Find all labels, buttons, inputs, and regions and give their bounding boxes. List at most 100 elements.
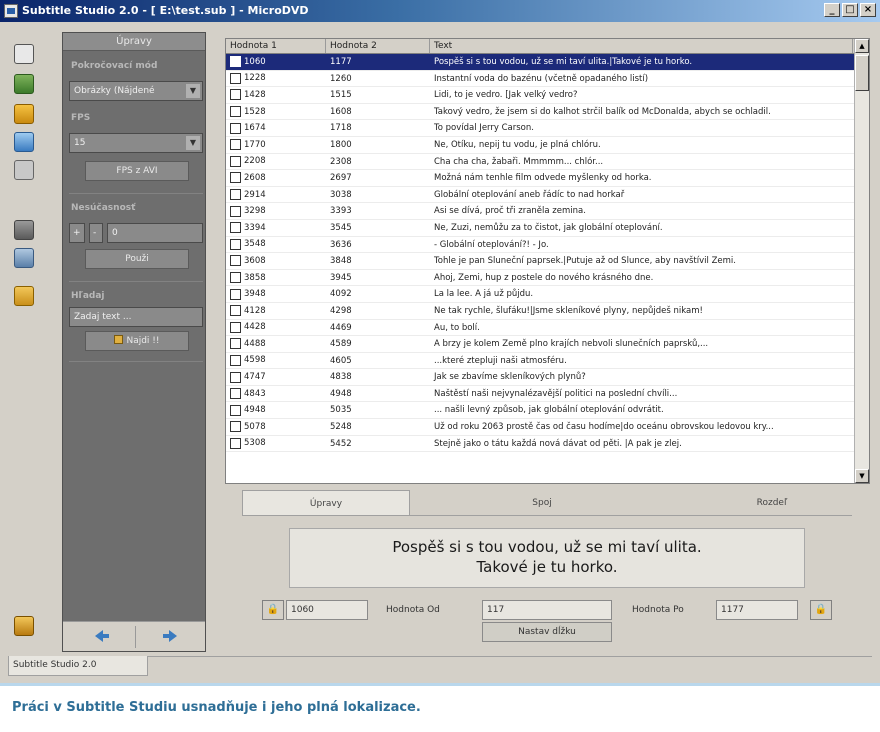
row-checkbox[interactable] — [230, 305, 241, 317]
scroll-up-icon[interactable]: ▲ — [855, 39, 869, 53]
chevron-down-icon[interactable]: ▼ — [186, 84, 200, 98]
table-row[interactable]: 2608 2697 Možná nám tenhle film odvede myš… — [226, 170, 869, 187]
row-checkbox[interactable] — [230, 354, 241, 366]
row-checkbox[interactable] — [230, 238, 241, 250]
table-row[interactable]: 1228 1260 Instantní voda do bazénu (včetně… — [226, 71, 869, 88]
row-cell-text[interactable]: Ne tak rychle, šlufáku!|Jsme skleníkové … — [430, 303, 853, 319]
table-row[interactable]: 3548 3636- Globální oteplování?! - Jo. — [226, 237, 869, 254]
row-cell-value2[interactable]: 5035 — [326, 402, 430, 418]
row-cell-value1[interactable]: 4843 — [226, 386, 326, 402]
table-row[interactable]: 4488 4589 A brzy je kolem Země plno krajíc… — [226, 336, 869, 353]
tab-join[interactable]: Spoj — [462, 490, 622, 516]
chevron-down-icon[interactable]: ▼ — [186, 136, 200, 150]
close-button[interactable]: × — [860, 3, 876, 17]
row-cell-text[interactable]: A brzy je kolem Země plno krajích nebvol… — [430, 336, 853, 352]
row-cell-value1[interactable]: 4598 — [226, 353, 326, 369]
search-input[interactable]: Zadaj text ... — [69, 307, 203, 327]
row-checkbox[interactable] — [230, 404, 241, 416]
table-row[interactable]: 3608 3848 Tohle je pan Sluneční paprsek.|P… — [226, 253, 869, 270]
row-checkbox[interactable] — [230, 122, 241, 134]
row-checkbox[interactable] — [230, 106, 241, 118]
minimize-button[interactable]: _ — [824, 3, 840, 17]
row-cell-value1[interactable]: 2208 — [226, 154, 326, 170]
row-cell-text[interactable]: Pospěš si s tou vodou, už se mi taví uli… — [430, 54, 853, 70]
row-cell-value1[interactable]: 1674 — [226, 120, 326, 136]
row-cell-value1[interactable]: 3298 — [226, 203, 326, 219]
table-row[interactable]: 5308 5452 Stejně jako o tátu každá nová dá… — [226, 436, 869, 453]
row-checkbox[interactable] — [230, 72, 241, 84]
lock-icon[interactable]: 🔒 — [262, 600, 284, 620]
table-row[interactable]: 4843 4948 Naštěstí naši nejvynalézavější p… — [226, 386, 869, 403]
table-row[interactable]: 3394 3545 Ne, Zuzi, nemůžu za to čistot, j… — [226, 220, 869, 237]
column-header-value1[interactable]: Hodnota 1 — [226, 39, 326, 53]
open-file-icon[interactable] — [14, 74, 34, 94]
settings-icon[interactable] — [14, 160, 34, 180]
row-cell-value2[interactable]: 4469 — [326, 320, 430, 336]
row-cell-value1[interactable]: 4428 — [226, 320, 326, 336]
row-cell-text[interactable]: To povídal Jerry Carson. — [430, 120, 853, 136]
row-cell-value1[interactable]: 3548 — [226, 237, 326, 253]
row-cell-text[interactable]: ... našli levný způsob, jak globální ote… — [430, 402, 853, 418]
row-cell-value1[interactable]: 1428 — [226, 87, 326, 103]
row-checkbox[interactable] — [230, 89, 241, 101]
row-cell-text[interactable]: Ahoj, Zemi, hup z postele do nového krás… — [430, 270, 853, 286]
row-cell-value1[interactable]: 5308 — [226, 436, 326, 452]
row-cell-text[interactable]: Tohle je pan Sluneční paprsek.|Putuje až… — [430, 253, 853, 269]
row-cell-text[interactable]: Už od roku 2063 prostě čas od času hodím… — [430, 419, 853, 435]
fps-from-avi-button[interactable]: FPS z AVI — [85, 161, 189, 181]
row-checkbox[interactable] — [230, 371, 241, 383]
row-cell-value1[interactable]: 2608 — [226, 170, 326, 186]
row-checkbox[interactable] — [230, 56, 241, 68]
maximize-button[interactable]: □ — [842, 3, 858, 17]
vertical-scrollbar[interactable]: ▲ ▼ — [854, 39, 869, 483]
row-cell-value2[interactable]: 4838 — [326, 369, 430, 385]
row-checkbox[interactable] — [230, 139, 241, 151]
row-cell-text[interactable]: Globální oteplování aneb řádíc to nad ho… — [430, 187, 853, 203]
fps-select[interactable]: 15 ▼ — [69, 133, 203, 153]
row-cell-text[interactable]: Asi se dívá, proč tři zraněla zemina. — [430, 203, 853, 219]
row-cell-text[interactable]: Cha cha cha, žabaři. Mmmmm... chlór... — [430, 154, 853, 170]
row-cell-value2[interactable]: 4948 — [326, 386, 430, 402]
mode-select[interactable]: Obrázky (Nájdené ▼ — [69, 81, 203, 101]
table-row[interactable]: 4428 4469 Au, to bolí. — [226, 320, 869, 337]
table-row[interactable]: 3858 3945 Ahoj, Zemi, hup z postele do nov… — [226, 270, 869, 287]
table-row[interactable]: 1428 1515 Lidi, to je vedro. [Jak velký ve… — [226, 87, 869, 104]
row-cell-text[interactable]: Možná nám tenhle film odvede myšlenky od… — [430, 170, 853, 186]
row-cell-value2[interactable]: 1515 — [326, 87, 430, 103]
row-checkbox[interactable] — [230, 388, 241, 400]
row-checkbox[interactable] — [230, 189, 241, 201]
column-header-text[interactable]: Text — [430, 39, 853, 53]
row-cell-text[interactable]: Au, to bolí. — [430, 320, 853, 336]
row-cell-value2[interactable]: 1177 — [326, 54, 430, 70]
row-cell-text[interactable]: - Globální oteplování?! - Jo. — [430, 237, 853, 253]
scroll-thumb[interactable] — [855, 55, 869, 91]
row-cell-value2[interactable]: 1608 — [326, 104, 430, 120]
frame-field[interactable]: 1060 — [286, 600, 368, 620]
table-row[interactable]: 1528 1608 Takový vedro, že jsem si do kalh… — [226, 104, 869, 121]
row-cell-value1[interactable]: 1228 — [226, 71, 326, 87]
row-checkbox[interactable] — [230, 288, 241, 300]
table-row[interactable]: 4948 5035... našli levný způsob, jak glob… — [226, 402, 869, 420]
row-cell-value1[interactable]: 4948 — [226, 402, 326, 418]
row-cell-value2[interactable]: 3038 — [326, 187, 430, 203]
row-cell-value1[interactable]: 4747 — [226, 369, 326, 385]
table-row[interactable]: 1060 1177 Pospěš si s tou vodou, už se mi … — [226, 54, 869, 71]
table-row[interactable]: 1674 1718 To povídal Jerry Carson. — [226, 120, 869, 137]
row-cell-text[interactable]: Naštěstí naši nejvynalézavější politici … — [430, 386, 853, 402]
row-cell-text[interactable]: Instantní voda do bazénu (včetně opadané… — [430, 71, 853, 87]
tab-edit[interactable]: Úpravy — [242, 490, 410, 516]
arrow-left-icon[interactable] — [95, 630, 109, 642]
row-cell-text[interactable]: Lidi, to je vedro. [Jak velký vedro? — [430, 87, 853, 103]
table-row[interactable]: 4128 4298 Ne tak rychle, šlufáku!|Jsme skl… — [226, 303, 869, 320]
row-cell-value1[interactable]: 2914 — [226, 187, 326, 203]
document-tab[interactable]: Subtitle Studio 2.0 — [8, 656, 148, 676]
column-header-value2[interactable]: Hodnota 2 — [326, 39, 430, 53]
title-bar[interactable]: Subtitle Studio 2.0 - [ E:\test.sub ] - … — [0, 0, 880, 22]
table-row[interactable]: 3298 3393 Asi se dívá, proč tři zraněla ze… — [226, 203, 869, 220]
search-button[interactable]: Najdi !! — [85, 331, 189, 351]
row-checkbox[interactable] — [230, 172, 241, 184]
row-cell-value1[interactable]: 1770 — [226, 137, 326, 153]
row-cell-value2[interactable]: 1718 — [326, 120, 430, 136]
row-cell-value2[interactable]: 4589 — [326, 336, 430, 352]
row-cell-value1[interactable]: 3858 — [226, 270, 326, 286]
